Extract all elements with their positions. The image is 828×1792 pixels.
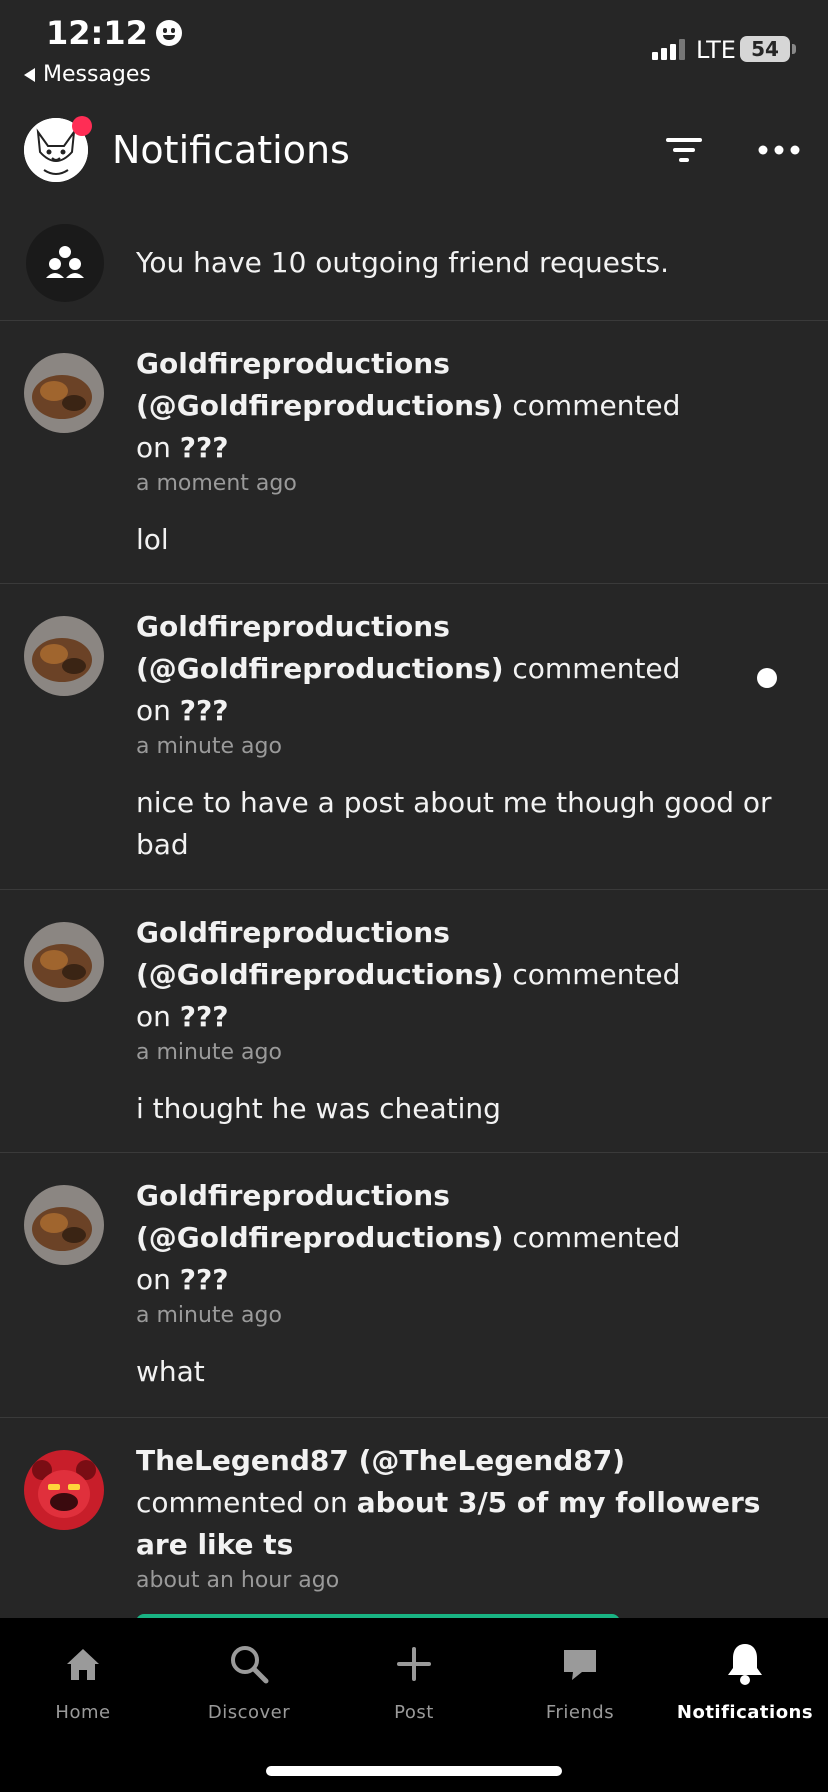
- commenter-name[interactable]: Goldfireproductions: [136, 610, 450, 643]
- notification-body: TheLegend87 (@TheLegend87) commented on …: [136, 1440, 776, 1598]
- commenter-handle[interactable]: (@Goldfireproductions): [136, 652, 504, 685]
- post-target[interactable]: ???: [180, 694, 229, 727]
- commenter-avatar[interactable]: [24, 1450, 104, 1530]
- network-type: LTE: [696, 36, 736, 64]
- notification-body: Goldfireproductions (@Goldfireproduction…: [136, 1175, 776, 1393]
- comment-text: i thought he was cheating: [136, 1092, 501, 1125]
- status-time: 12:12: [46, 14, 182, 52]
- friends-group-icon: [26, 224, 104, 302]
- tab-post[interactable]: Post: [331, 1640, 497, 1723]
- commenter-name[interactable]: Goldfireproductions: [136, 347, 450, 380]
- tab-friends[interactable]: Friends: [497, 1640, 663, 1723]
- friend-requests-row[interactable]: You have 10 outgoing friend requests.: [0, 216, 828, 321]
- commenter-handle[interactable]: (@Goldfireproductions): [136, 958, 504, 991]
- home-icon: [0, 1640, 166, 1688]
- action-on: on: [136, 1263, 171, 1296]
- notification-item[interactable]: Goldfireproductions (@Goldfireproduction…: [0, 584, 828, 890]
- post-target[interactable]: ???: [180, 1263, 229, 1296]
- more-options-button[interactable]: [756, 130, 802, 170]
- notification-badge: [72, 116, 92, 136]
- chat-bubble-icon: [497, 1640, 663, 1688]
- comment-text: nice to have a post about me though good…: [136, 786, 772, 861]
- action-text: commented on: [136, 1486, 348, 1519]
- action-text: commented: [512, 958, 681, 991]
- plus-icon: [331, 1640, 497, 1688]
- ellipsis-icon: [758, 145, 800, 155]
- commenter-avatar[interactable]: [24, 353, 104, 433]
- action-text: commented: [512, 1221, 681, 1254]
- friend-requests-text: You have 10 outgoing friend requests.: [136, 246, 669, 279]
- avatar-bear-icon: [24, 1450, 104, 1530]
- comment-text: what: [136, 1355, 205, 1388]
- commenter-name[interactable]: Goldfireproductions: [136, 1179, 450, 1212]
- commenter-name[interactable]: Goldfireproductions: [136, 916, 450, 949]
- notification-body: Goldfireproductions (@Goldfireproduction…: [136, 606, 776, 866]
- tab-notifications[interactable]: Notifications: [662, 1640, 828, 1723]
- battery-level: 54: [740, 36, 790, 62]
- commenter-avatar[interactable]: [24, 616, 104, 696]
- tab-home[interactable]: Home: [0, 1640, 166, 1723]
- timestamp: a moment ago: [136, 471, 297, 496]
- commenter-handle[interactable]: (@Goldfireproductions): [136, 1221, 504, 1254]
- unread-dot: [757, 668, 777, 688]
- timestamp: about an hour ago: [136, 1568, 340, 1593]
- back-arrow-icon: [24, 67, 35, 82]
- tab-label: Notifications: [676, 1702, 814, 1723]
- timestamp: a minute ago: [136, 1303, 282, 1328]
- cell-signal-icon: [652, 38, 685, 60]
- action-on: on: [136, 694, 171, 727]
- search-icon: [166, 1640, 332, 1688]
- avatar-photo-icon: [24, 353, 104, 433]
- action-on: on: [136, 1000, 171, 1033]
- commenter-avatar[interactable]: [24, 922, 104, 1002]
- action-on: on: [136, 431, 171, 464]
- timestamp: a minute ago: [136, 1040, 282, 1065]
- tab-label: Home: [55, 1702, 111, 1723]
- timestamp: a minute ago: [136, 734, 282, 759]
- header: Notifications: [0, 104, 828, 200]
- comment-text: lol: [136, 523, 169, 556]
- tab-label: Friends: [545, 1702, 615, 1723]
- avatar-photo-icon: [24, 616, 104, 696]
- commenter-name[interactable]: TheLegend87 (@TheLegend87): [136, 1444, 625, 1477]
- notification-item[interactable]: TheLegend87 (@TheLegend87) commented on …: [0, 1418, 828, 1618]
- filter-icon: [666, 138, 702, 162]
- avatar-photo-icon: [24, 922, 104, 1002]
- notification-body: Goldfireproductions (@Goldfireproduction…: [136, 912, 776, 1130]
- status-bar: 12:12 Messages LTE 54: [0, 0, 828, 96]
- bell-icon: [662, 1640, 828, 1688]
- notification-item[interactable]: Goldfireproductions (@Goldfireproduction…: [0, 321, 828, 584]
- tab-label: Discover: [207, 1702, 291, 1723]
- home-indicator[interactable]: [266, 1766, 562, 1776]
- tab-discover[interactable]: Discover: [166, 1640, 332, 1723]
- focus-smiley-icon: [155, 20, 182, 46]
- back-app-label: Messages: [43, 62, 151, 87]
- notification-body: Goldfireproductions (@Goldfireproduction…: [136, 343, 776, 561]
- avatar-photo-icon: [24, 1185, 104, 1265]
- action-text: commented: [512, 652, 681, 685]
- battery-tip-icon: [792, 44, 796, 54]
- post-target[interactable]: ???: [180, 431, 229, 464]
- notification-item[interactable]: Goldfireproductions (@Goldfireproduction…: [0, 890, 828, 1153]
- back-to-app-link[interactable]: Messages: [24, 62, 151, 87]
- commenter-handle[interactable]: (@Goldfireproductions): [136, 389, 504, 422]
- post-target[interactable]: ???: [180, 1000, 229, 1033]
- commenter-avatar[interactable]: [24, 1185, 104, 1265]
- action-text: commented: [512, 389, 681, 422]
- notification-item[interactable]: Goldfireproductions (@Goldfireproduction…: [0, 1153, 828, 1418]
- filter-button[interactable]: [664, 130, 704, 170]
- page-title: Notifications: [112, 128, 350, 172]
- tab-label: Post: [394, 1702, 434, 1723]
- clock-label: 12:12: [46, 14, 148, 52]
